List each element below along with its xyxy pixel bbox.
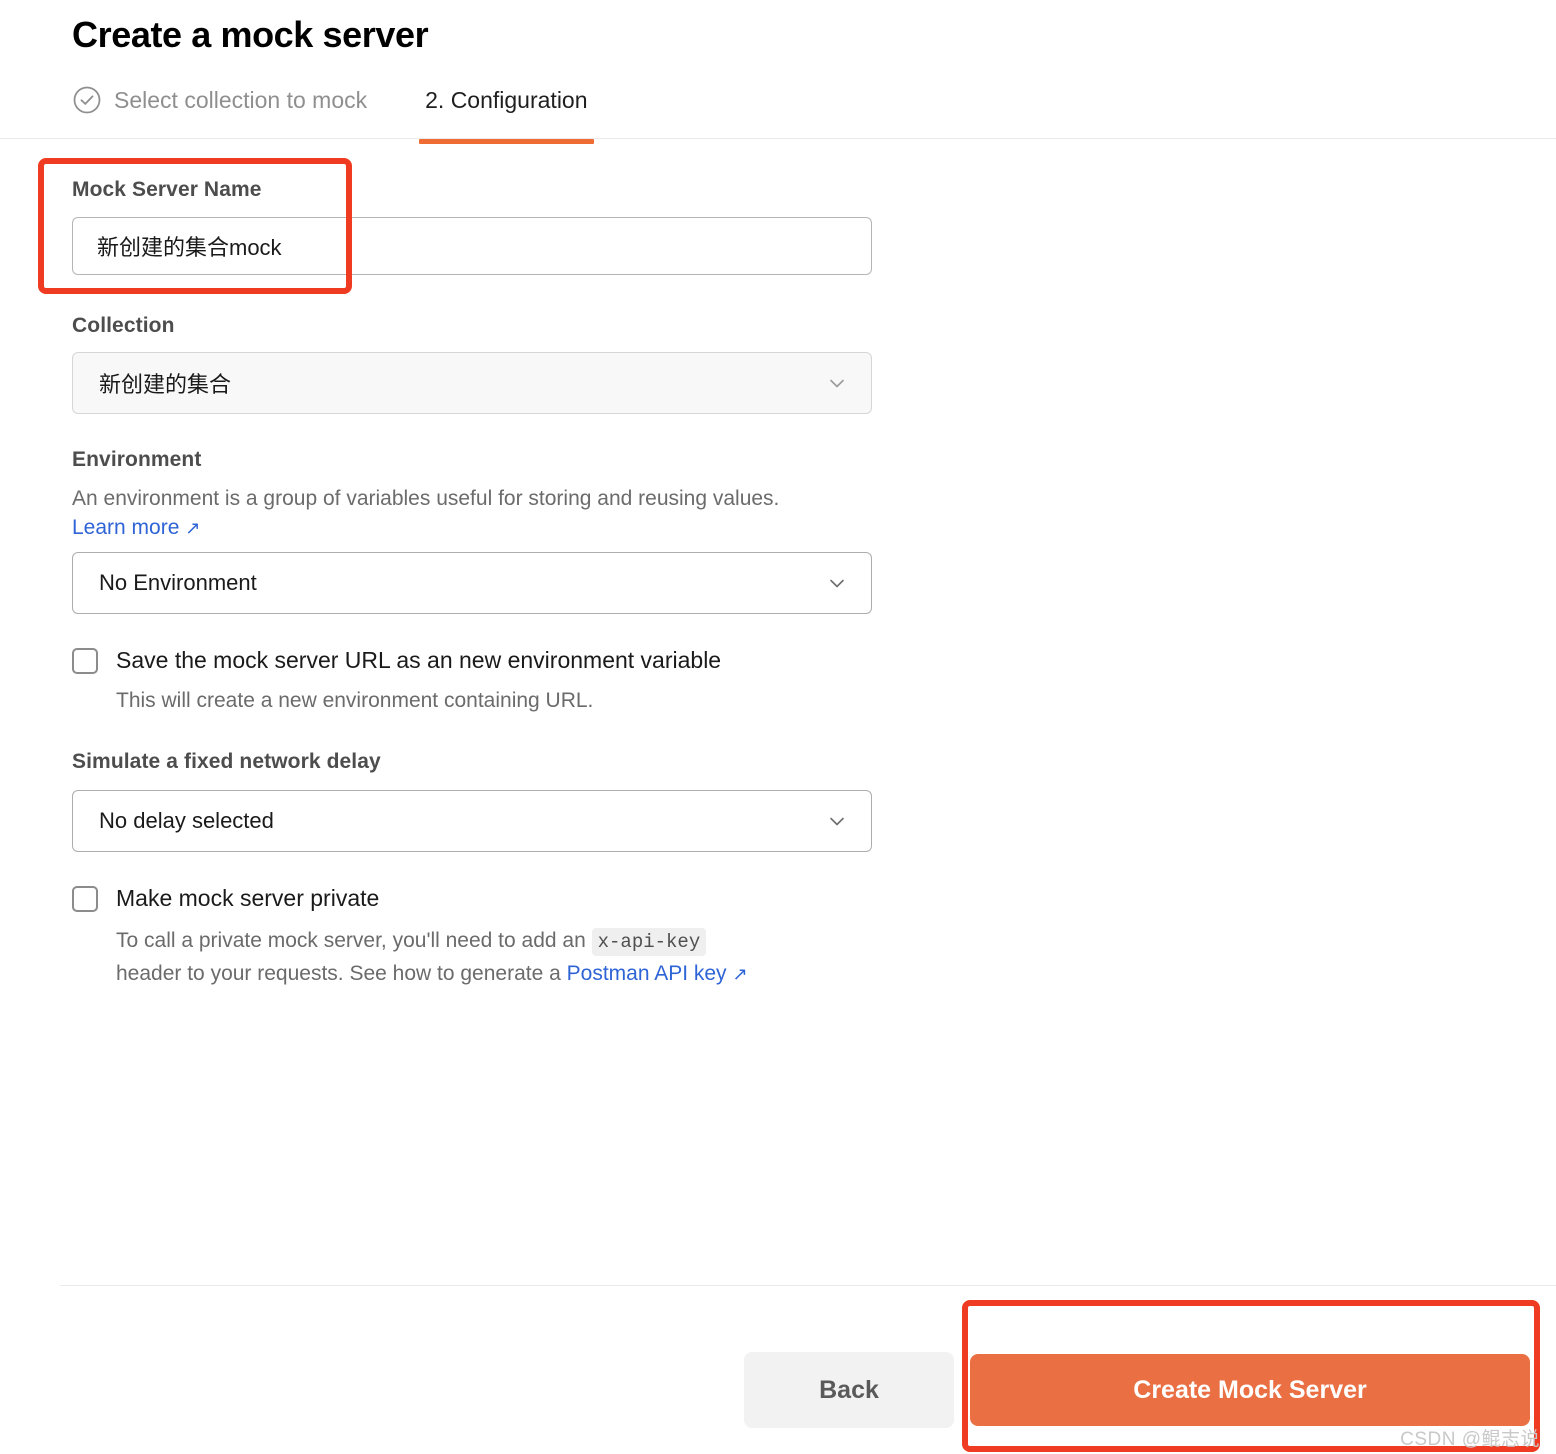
network-delay-label: Simulate a fixed network delay — [72, 750, 381, 773]
back-button[interactable]: Back — [744, 1352, 954, 1428]
chevron-down-icon — [825, 571, 849, 595]
make-private-checkbox[interactable] — [72, 886, 98, 912]
save-url-checkbox-label: Save the mock server URL as an new envir… — [116, 647, 722, 673]
network-delay-select-value: No delay selected — [99, 808, 274, 833]
active-tab-underline — [419, 139, 594, 144]
step-tab-configuration-label: 2. Configuration — [425, 86, 588, 113]
mock-server-name-input[interactable]: 新创建的集合mock — [72, 217, 872, 275]
step-tab-select-collection[interactable]: Select collection to mock — [72, 78, 367, 122]
step-tab-configuration[interactable]: 2. Configuration — [419, 78, 594, 144]
make-private-checkbox-label: Make mock server private — [116, 885, 380, 911]
save-url-checkbox[interactable] — [72, 648, 98, 674]
header-divider — [0, 138, 1556, 139]
mock-server-name-label: Mock Server Name — [72, 178, 262, 201]
step-tab-select-collection-label: Select collection to mock — [114, 86, 368, 113]
make-private-sub-part2: header to your requests. See how to gene… — [116, 961, 567, 985]
network-delay-select[interactable]: No delay selected — [72, 790, 872, 852]
external-link-arrow-icon: ↗ — [732, 963, 748, 984]
environment-select[interactable]: No Environment — [72, 552, 872, 614]
watermark: CSDN @鲲志说 — [1400, 1429, 1540, 1450]
step-tabs: Select collection to mock 2. Configurati… — [72, 78, 594, 144]
chevron-down-icon — [825, 809, 849, 833]
chevron-down-icon — [825, 371, 849, 395]
footer-divider — [60, 1285, 1556, 1286]
create-mock-server-button[interactable]: Create Mock Server — [970, 1354, 1530, 1426]
environment-select-value: No Environment — [99, 570, 257, 595]
save-url-checkbox-sub: This will create a new environment conta… — [116, 689, 594, 713]
postman-api-key-link[interactable]: Postman API key — [567, 962, 727, 985]
mock-server-name-value: 新创建的集合mock — [97, 235, 282, 260]
page-title: Create a mock server — [72, 14, 429, 55]
collection-select-value: 新创建的集合 — [99, 372, 232, 397]
external-link-arrow-icon: ↗ — [185, 517, 201, 538]
collection-select[interactable]: 新创建的集合 — [72, 352, 872, 414]
environment-description: An environment is a group of variables u… — [72, 487, 780, 510]
make-private-sub-part1: To call a private mock server, you'll ne… — [116, 929, 592, 953]
x-api-key-code: x-api-key — [591, 928, 707, 957]
make-private-checkbox-sub: To call a private mock server, you'll ne… — [116, 925, 748, 990]
environment-learn-more-link[interactable]: Learn more — [72, 516, 179, 540]
check-circle-icon — [72, 85, 102, 115]
environment-label: Environment — [72, 448, 202, 471]
collection-label: Collection — [72, 314, 175, 337]
